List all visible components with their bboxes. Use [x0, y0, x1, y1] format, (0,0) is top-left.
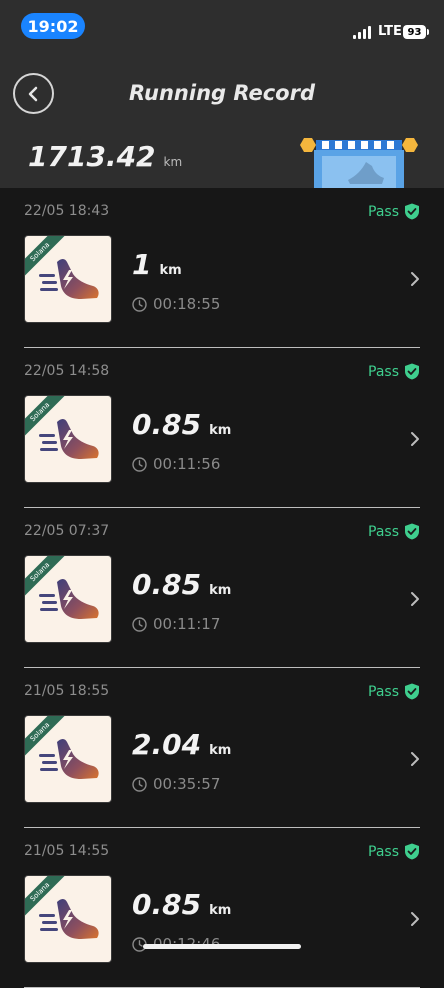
total-distance-value: 1713.42 — [28, 140, 156, 173]
chevron-right-icon[interactable] — [410, 911, 420, 927]
record-status-label: Pass — [368, 683, 399, 700]
duration-value: 00:35:57 — [153, 775, 221, 793]
distance-value: 2.04 — [132, 728, 202, 761]
signal-icon — [353, 26, 373, 39]
record-item[interactable]: 22/05 18:43 Pass Solana 1 km 00:18:55 — [0, 188, 444, 348]
shield-check-icon — [405, 203, 419, 220]
record-thumbnail: Solana — [24, 715, 112, 803]
record-distance: 1 km — [132, 248, 182, 281]
duration-value: 00:18:55 — [153, 295, 221, 313]
shield-check-icon — [405, 843, 419, 860]
record-distance: 0.85 km — [132, 408, 231, 441]
chevron-right-icon[interactable] — [410, 431, 420, 447]
status-bar: 19:02 LTE 93 — [0, 0, 444, 52]
record-list: 22/05 18:43 Pass Solana 1 km 00:18:55 22… — [0, 188, 444, 988]
total-distance-unit: km — [163, 155, 183, 169]
distance-value: 0.85 — [132, 408, 202, 441]
record-status: Pass — [368, 683, 420, 700]
shield-check-icon — [405, 363, 419, 380]
battery-level: 93 — [407, 26, 422, 38]
header: Running Record 1713.42 km — [0, 52, 444, 188]
distance-value: 0.85 — [132, 888, 202, 921]
clock-icon — [132, 296, 147, 312]
record-distance: 2.04 km — [132, 728, 231, 761]
record-status-label: Pass — [368, 843, 399, 860]
running-badge-illustration — [300, 138, 418, 188]
home-indicator[interactable] — [143, 944, 301, 949]
record-status: Pass — [368, 843, 420, 860]
record-duration: 00:11:17 — [132, 615, 220, 633]
record-date: 22/05 07:37 — [24, 523, 110, 539]
record-status: Pass — [368, 203, 420, 220]
clock-icon — [132, 776, 147, 792]
duration-value: 00:11:17 — [153, 615, 221, 633]
record-date: 21/05 14:55 — [24, 843, 110, 859]
record-date: 21/05 18:55 — [24, 683, 110, 699]
record-date: 22/05 18:43 — [24, 203, 110, 219]
shield-check-icon — [405, 683, 419, 700]
record-thumbnail: Solana — [24, 555, 112, 643]
battery-icon: 93 — [403, 25, 429, 39]
record-thumbnail: Solana — [24, 395, 112, 483]
duration-value: 00:11:56 — [153, 455, 221, 473]
chevron-right-icon[interactable] — [410, 751, 420, 767]
status-time: 19:02 — [21, 13, 85, 39]
record-duration: 00:35:57 — [132, 775, 220, 793]
record-status-label: Pass — [368, 203, 399, 220]
record-item[interactable]: 21/05 18:55 Pass Solana 2.04 km 00:35:57 — [0, 668, 444, 828]
distance-unit: km — [209, 423, 232, 438]
distance-unit: km — [209, 743, 232, 758]
record-duration: 00:11:56 — [132, 455, 220, 473]
clock-icon — [132, 456, 147, 472]
record-date: 22/05 14:58 — [24, 363, 110, 379]
record-distance: 0.85 km — [132, 888, 231, 921]
record-status-label: Pass — [368, 363, 399, 380]
chevron-right-icon[interactable] — [410, 271, 420, 287]
record-item[interactable]: 21/05 14:55 Pass Solana 0.85 km — [0, 828, 444, 988]
network-label: LTE — [378, 24, 402, 39]
shield-check-icon — [405, 523, 419, 540]
record-thumbnail: Solana — [24, 235, 112, 323]
distance-unit: km — [209, 583, 232, 598]
record-item[interactable]: 22/05 14:58 Pass Solana 0.85 km 00:11:56 — [0, 348, 444, 508]
chevron-right-icon[interactable] — [410, 591, 420, 607]
record-status-label: Pass — [368, 523, 399, 540]
record-item[interactable]: 22/05 07:37 Pass Solana 0.85 km 00:11:17 — [0, 508, 444, 668]
record-status: Pass — [368, 523, 420, 540]
record-status: Pass — [368, 363, 420, 380]
distance-unit: km — [159, 263, 182, 278]
distance-unit: km — [209, 903, 232, 918]
page-title: Running Record — [129, 81, 315, 105]
distance-value: 1 — [132, 248, 152, 281]
record-thumbnail: Solana — [24, 875, 112, 963]
record-duration: 00:18:55 — [132, 295, 220, 313]
total-distance: 1713.42 km — [28, 140, 182, 173]
distance-value: 0.85 — [132, 568, 202, 601]
clock-icon — [132, 616, 147, 632]
record-distance: 0.85 km — [132, 568, 231, 601]
